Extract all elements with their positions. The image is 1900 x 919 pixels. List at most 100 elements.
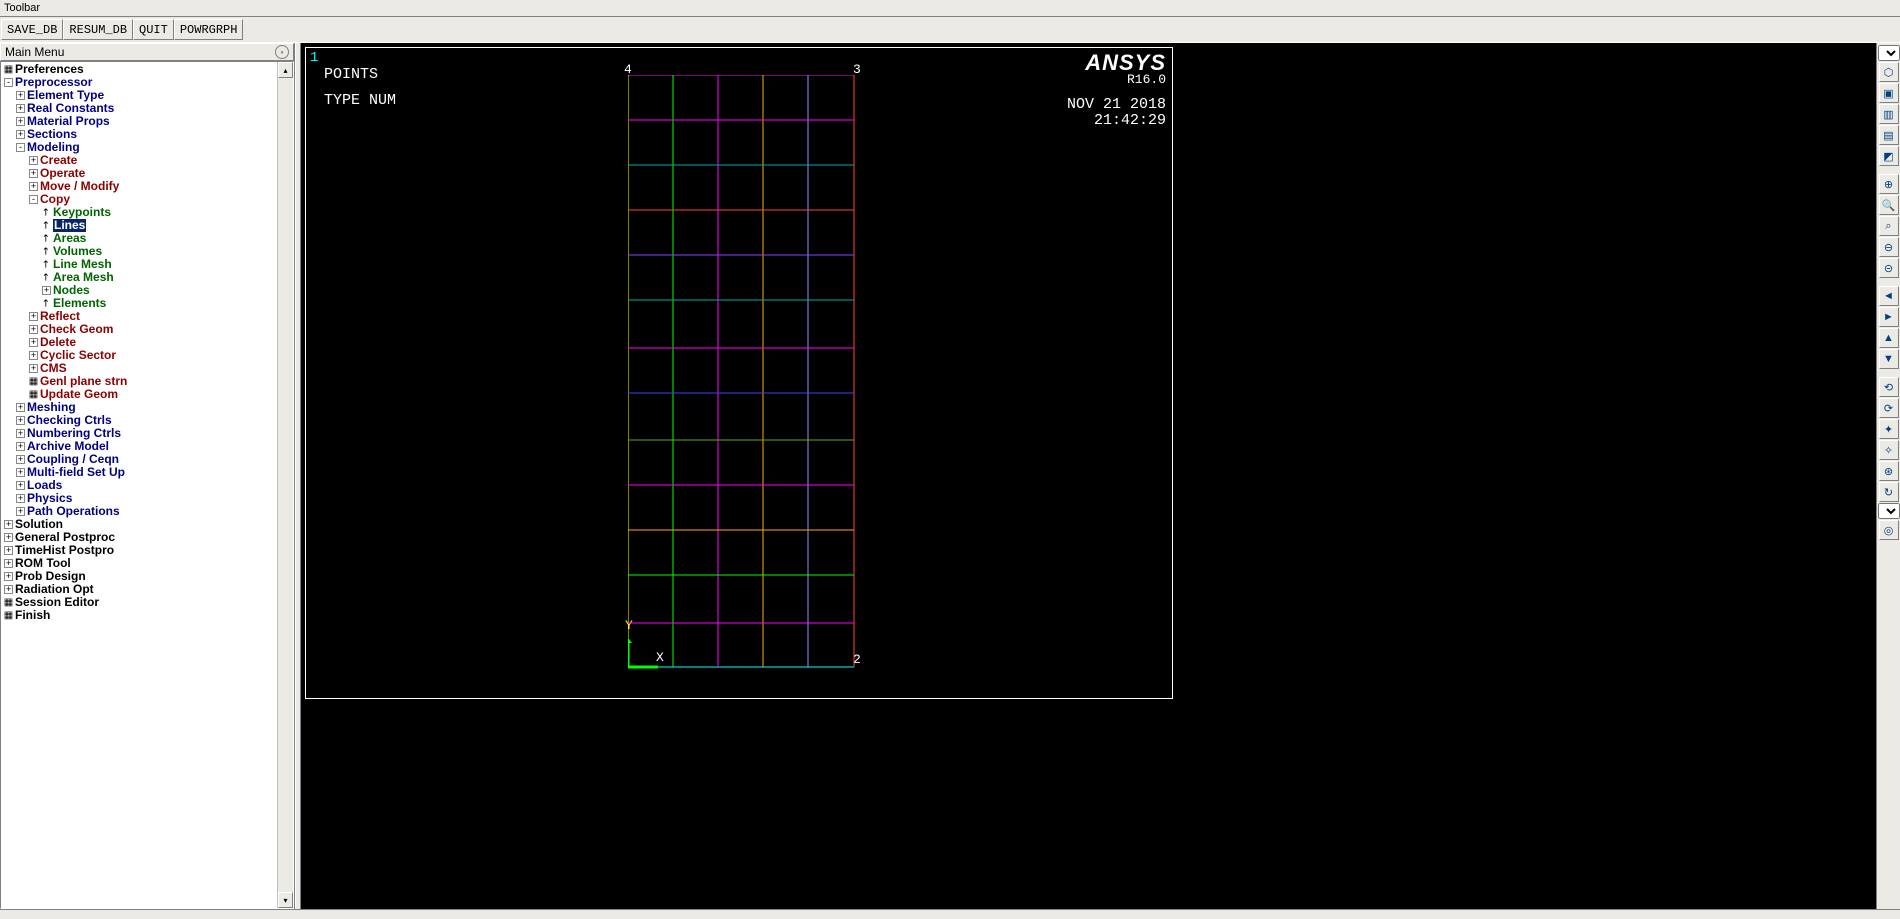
zoom-window-icon[interactable]: ⌕ xyxy=(1879,216,1899,236)
zoom-fit-icon[interactable]: ⊕ xyxy=(1879,174,1899,194)
tree-lines[interactable]: ↗Lines xyxy=(4,219,293,232)
collapse-icon[interactable]: - xyxy=(16,143,25,152)
tree-container: ▦Preferences -Preprocessor +Element Type… xyxy=(0,61,294,909)
action-icon: ↗ xyxy=(42,299,51,308)
expand-icon[interactable]: + xyxy=(16,507,25,516)
main-menu-panel: Main Menu ◦ ▦Preferences -Preprocessor +… xyxy=(0,43,295,909)
expand-icon[interactable]: + xyxy=(4,520,13,529)
collapse-icon[interactable]: - xyxy=(29,195,38,204)
expand-icon[interactable]: + xyxy=(29,351,38,360)
action-icon: ↗ xyxy=(42,260,51,269)
main-menu-titlebar: Main Menu ◦ xyxy=(0,43,294,61)
tree-line-mesh[interactable]: ↗Line Mesh xyxy=(4,258,293,271)
expand-icon[interactable]: + xyxy=(16,455,25,464)
pan-right-icon[interactable]: ► xyxy=(1879,307,1899,327)
expand-icon[interactable]: + xyxy=(16,468,25,477)
quit-button[interactable]: QUIT xyxy=(133,19,174,40)
tree-areas[interactable]: ↗Areas xyxy=(4,232,293,245)
expand-icon[interactable]: + xyxy=(29,364,38,373)
expand-icon[interactable]: + xyxy=(29,325,38,334)
scroll-down-icon[interactable]: ▾ xyxy=(278,892,293,908)
window-number: 1 xyxy=(310,50,318,66)
expand-icon[interactable]: + xyxy=(4,572,13,581)
rotate-x-icon[interactable]: ⟲ xyxy=(1879,377,1899,397)
tree-volumes[interactable]: ↗Volumes xyxy=(4,245,293,258)
main-area: Main Menu ◦ ▦Preferences -Preprocessor +… xyxy=(0,43,1900,909)
viewport-wrapper: 1 POINTS TYPE NUM ANSYS R16.0 NOV 21 201… xyxy=(301,43,1876,909)
pan-down-icon[interactable]: ▼ xyxy=(1879,349,1899,369)
expand-icon[interactable]: + xyxy=(16,429,25,438)
pan-left-icon[interactable]: ◄ xyxy=(1879,286,1899,306)
status-bar xyxy=(0,909,1900,919)
iso-view-icon[interactable]: ⬡ xyxy=(1879,62,1899,82)
expand-icon[interactable]: + xyxy=(16,442,25,451)
rotate-y-icon[interactable]: ⟳ xyxy=(1879,398,1899,418)
tree-scrollbar[interactable]: ▴ ▾ xyxy=(277,62,293,908)
top-view-icon[interactable]: ▤ xyxy=(1879,125,1899,145)
expand-icon[interactable]: + xyxy=(16,117,25,126)
version-label: R16.0 xyxy=(1127,72,1166,87)
zoom-out-icon[interactable]: ⊝ xyxy=(1879,258,1899,278)
expand-icon[interactable]: + xyxy=(29,338,38,347)
tree-keypoints[interactable]: ↗Keypoints xyxy=(4,206,293,219)
expand-icon[interactable]: + xyxy=(29,169,38,178)
time-label: 21:42:29 xyxy=(1094,112,1166,129)
leaf-icon: ▦ xyxy=(4,611,13,620)
expand-icon[interactable]: + xyxy=(29,156,38,165)
leaf-icon: ▦ xyxy=(29,390,38,399)
main-menu-collapse-icon[interactable]: ◦ xyxy=(275,45,289,59)
resum-db-button[interactable]: RESUM_DB xyxy=(63,19,133,40)
expand-icon[interactable]: + xyxy=(16,403,25,412)
dynamic-mode-icon[interactable]: ⊛ xyxy=(1879,461,1899,481)
capture-icon[interactable]: ◎ xyxy=(1879,520,1899,540)
expand-icon[interactable]: + xyxy=(16,91,25,100)
front-view-icon[interactable]: ▣ xyxy=(1879,83,1899,103)
scroll-up-icon[interactable]: ▴ xyxy=(278,62,293,78)
oblique-view-icon[interactable]: ◩ xyxy=(1879,146,1899,166)
toolbar-row: SAVE_DB RESUM_DB QUIT POWRGRPH xyxy=(0,17,1900,43)
date-label: NOV 21 2018 xyxy=(1067,96,1166,113)
rate-select[interactable]: 3 xyxy=(1878,503,1900,519)
right-toolbar: 1 ⬡ ▣ ▥ ▤ ◩ ⊕ 🔍 ⌕ ⊖ ⊝ ◄ ► ▲ ▼ ⟲ ⟳ ✦ ✧ ⊛ … xyxy=(1876,43,1900,909)
tree-area-mesh[interactable]: ↗Area Mesh xyxy=(4,271,293,284)
expand-icon[interactable]: + xyxy=(4,533,13,542)
expand-icon[interactable]: + xyxy=(4,546,13,555)
action-icon: ↗ xyxy=(42,221,51,230)
expand-icon[interactable]: + xyxy=(16,104,25,113)
toolbar-title: Toolbar xyxy=(4,2,40,14)
rotate-xy-icon[interactable]: ✦ xyxy=(1879,419,1899,439)
viewport[interactable]: 1 POINTS TYPE NUM ANSYS R16.0 NOV 21 201… xyxy=(305,47,1173,699)
spin-icon[interactable]: ↻ xyxy=(1879,482,1899,502)
expand-icon[interactable]: + xyxy=(16,481,25,490)
expand-icon[interactable]: + xyxy=(42,286,51,295)
view-select-top[interactable]: 1 xyxy=(1878,45,1900,61)
tree-nodes[interactable]: +Nodes xyxy=(4,284,293,297)
toolbar-header: Toolbar xyxy=(0,0,1900,17)
collapse-icon[interactable]: - xyxy=(4,78,13,87)
zoom-back-icon[interactable]: ⊖ xyxy=(1879,237,1899,257)
expand-icon[interactable]: + xyxy=(16,130,25,139)
leaf-icon: ▦ xyxy=(4,65,13,74)
pan-up-icon[interactable]: ▲ xyxy=(1879,328,1899,348)
expand-icon[interactable]: + xyxy=(4,559,13,568)
action-icon: ↗ xyxy=(42,273,51,282)
expand-icon[interactable]: + xyxy=(29,312,38,321)
save-db-button[interactable]: SAVE_DB xyxy=(1,19,63,40)
action-icon: ↗ xyxy=(42,234,51,243)
powrgrph-button[interactable]: POWRGRPH xyxy=(174,19,244,40)
side-view-icon[interactable]: ▥ xyxy=(1879,104,1899,124)
expand-icon[interactable]: + xyxy=(16,494,25,503)
action-icon: ↗ xyxy=(42,247,51,256)
action-icon: ↗ xyxy=(42,208,51,217)
expand-icon[interactable]: + xyxy=(29,182,38,191)
expand-icon[interactable]: + xyxy=(16,416,25,425)
expand-icon[interactable]: + xyxy=(4,585,13,594)
rotate-yz-icon[interactable]: ✧ xyxy=(1879,440,1899,460)
zoom-in-icon[interactable]: 🔍 xyxy=(1879,195,1899,215)
tree-elements[interactable]: ↗Elements xyxy=(4,297,293,310)
tree-finish[interactable]: ▦Finish xyxy=(4,609,293,622)
tree-copy[interactable]: -Copy xyxy=(4,193,293,206)
mesh-grid xyxy=(628,75,856,669)
points-label: POINTS xyxy=(324,66,378,83)
main-menu-title-label: Main Menu xyxy=(5,45,64,59)
